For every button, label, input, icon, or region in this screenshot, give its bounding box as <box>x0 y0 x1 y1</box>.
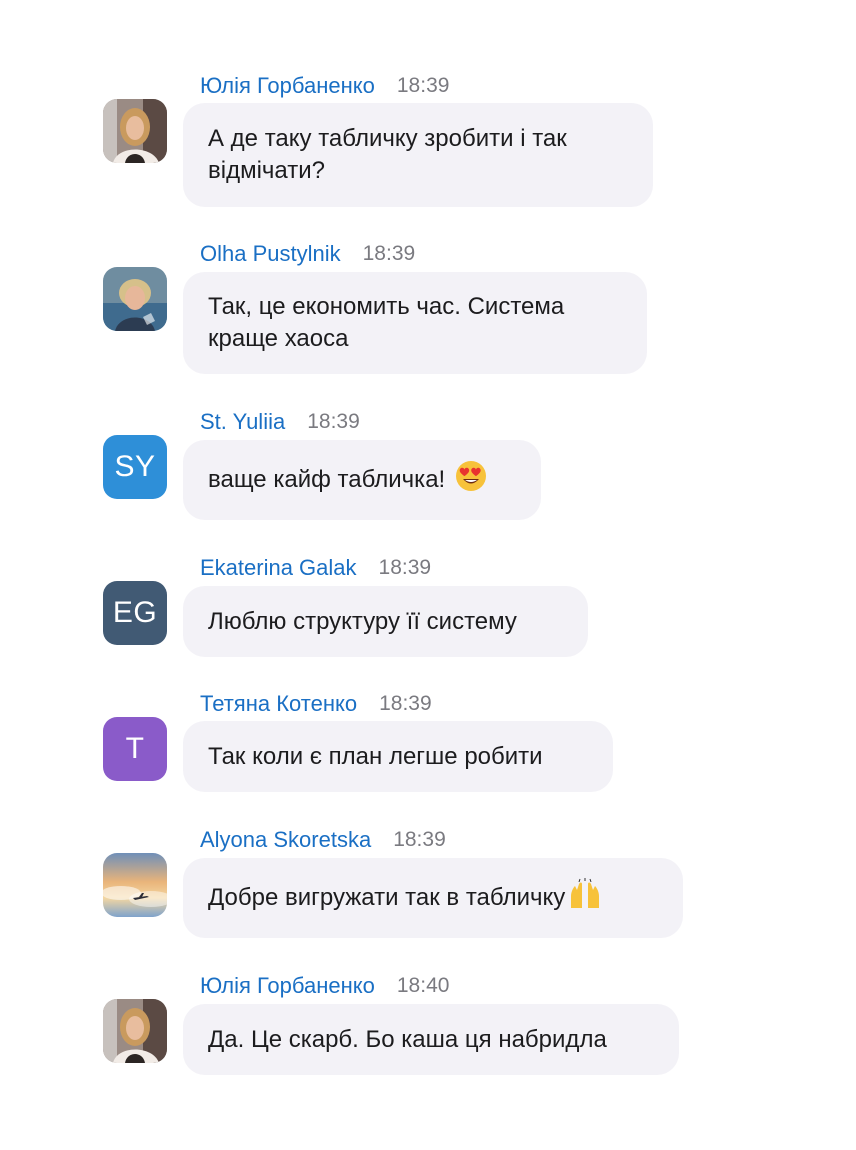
message-text-line: А де таку табличку зробити і так <box>208 125 567 152</box>
message-bubble: Да. Це скарб. Бо каша ця набридла <box>183 1004 679 1075</box>
message-bubble: Так коли є план легше робити <box>183 721 613 792</box>
message-bubble: Люблю структуру її систему <box>183 586 588 657</box>
message-bubble: Так, це економить час. Система краще хао… <box>183 272 647 374</box>
message-header: Olha Pustylnik 18:39 <box>200 239 415 269</box>
message-header: Юлія Горбаненко 18:40 <box>200 971 449 1001</box>
sender-name[interactable]: Тетяна Котенко <box>200 691 357 717</box>
message-time: 18:39 <box>396 74 450 97</box>
avatar-initials: SY <box>114 450 156 483</box>
avatar[interactable] <box>103 853 167 917</box>
avatar[interactable] <box>103 267 167 331</box>
sender-name[interactable]: Юлія Горбаненко <box>200 73 375 99</box>
message-text: А де таку табличку зробити і так відміча… <box>208 123 567 187</box>
avatar[interactable]: T <box>103 717 167 781</box>
avatar[interactable] <box>103 99 167 163</box>
message-time: 18:39 <box>379 692 432 715</box>
avatar[interactable] <box>103 999 167 1063</box>
message-header: Юлія Горбаненко 18:39 <box>200 71 449 101</box>
message-time: 18:40 <box>396 974 450 997</box>
message-time: 18:39 <box>378 556 432 579</box>
message-text: ваще кайф табличка! <box>208 466 446 493</box>
avatar[interactable]: SY <box>103 435 167 499</box>
raising-hands-emoji-icon <box>567 877 603 919</box>
avatar-initials: EG <box>112 596 158 629</box>
sender-name[interactable]: St. Yuliia <box>200 409 285 435</box>
message-text: Люблю структуру її систему <box>208 607 517 635</box>
message-text: Добре вигружати так в табличку <box>208 884 566 911</box>
avatar-initials: T <box>125 732 145 765</box>
message-bubble: ваще кайф табличка! <box>183 440 541 520</box>
heart-eyes-emoji-icon <box>455 460 487 501</box>
message-time: 18:39 <box>393 828 446 851</box>
message-time: 18:39 <box>307 410 360 433</box>
message-header: Ekaterina Galak 18:39 <box>200 553 431 583</box>
message-bubble: Добре вигружати так в табличку <box>183 858 683 938</box>
message-text: Да. Це скарб. Бо каша ця набридла <box>208 1025 607 1053</box>
message-text-line: краще хаоса <box>208 325 349 352</box>
woman-portrait-photo-icon <box>103 99 167 163</box>
avatar[interactable]: EG <box>103 581 167 645</box>
sender-name[interactable]: Olha Pustylnik <box>200 241 341 267</box>
sender-name[interactable]: Юлія Горбаненко <box>200 973 375 999</box>
woman-portrait-photo-icon <box>103 267 167 331</box>
sender-name[interactable]: Alyona Skoretska <box>200 827 371 853</box>
sky-airplane-photo-icon <box>103 853 167 917</box>
message-header: Тетяна Котенко 18:39 <box>200 689 432 719</box>
woman-portrait-photo-icon <box>103 999 167 1063</box>
message-text-line: відмічати? <box>208 157 325 184</box>
message-text-line: Так, це економить час. Система <box>208 293 565 320</box>
message-text: Так, це економить час. Система краще хао… <box>208 291 564 355</box>
sender-name[interactable]: Ekaterina Galak <box>200 555 357 581</box>
message-time: 18:39 <box>362 242 416 265</box>
message-bubble: А де таку табличку зробити і так відміча… <box>183 103 653 207</box>
message-text: Так коли є план легше робити <box>208 742 543 770</box>
chat-messages-list: Юлія Горбаненко 18:39 А де таку табличку… <box>0 0 856 1150</box>
message-header: Alyona Skoretska 18:39 <box>200 825 446 855</box>
message-header: St. Yuliia 18:39 <box>200 407 360 437</box>
